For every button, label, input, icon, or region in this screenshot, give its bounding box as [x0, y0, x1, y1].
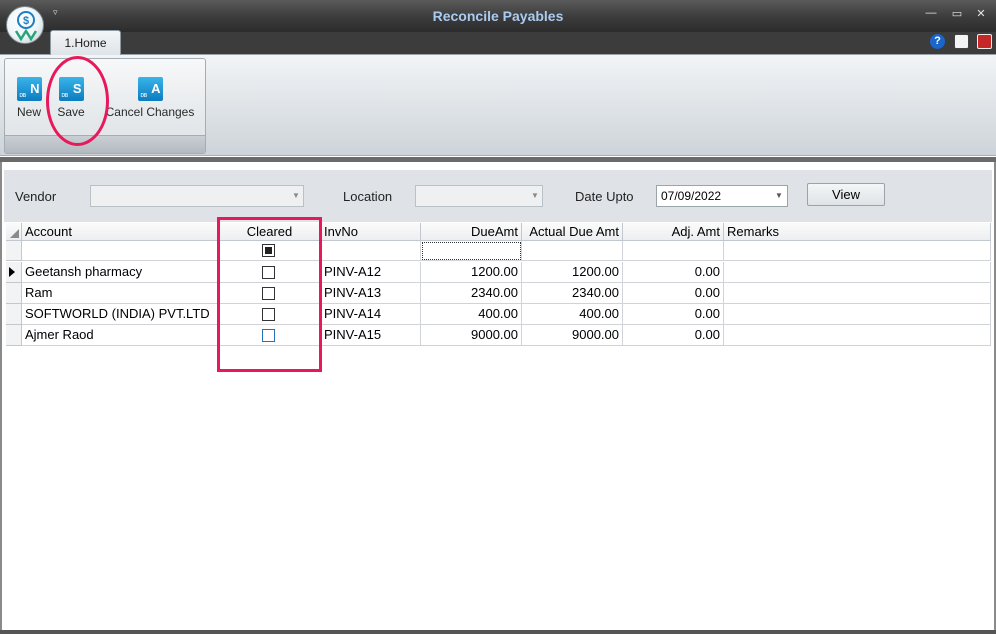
col-header-account[interactable]: Account [22, 223, 219, 241]
date-upto-value: 07/09/2022 [661, 189, 722, 203]
exit-icon[interactable] [977, 34, 992, 49]
date-upto-label: Date Upto [575, 189, 634, 204]
filter-bar: Vendor ▼ Location ▼ Date Upto 07/09/2022… [4, 170, 992, 222]
app-logo-icon[interactable]: $ [6, 6, 44, 44]
cell-account[interactable]: SOFTWORLD (INDIA) PVT.LTD [22, 304, 219, 325]
cell-account[interactable]: Ajmer Raod [22, 325, 219, 346]
vendor-dropdown[interactable]: ▼ [90, 185, 304, 207]
cancel-changes-button[interactable]: A Cancel Changes [101, 77, 199, 119]
new-button[interactable]: N New [9, 77, 49, 119]
filter-cell-actual[interactable] [522, 241, 623, 261]
location-dropdown[interactable]: ▼ [415, 185, 543, 207]
notes-icon[interactable] [954, 34, 969, 49]
cell-dueamt[interactable]: 1200.00 [421, 262, 522, 283]
filter-cell-remarks[interactable] [724, 241, 991, 261]
row-header[interactable] [6, 325, 22, 346]
minimize-button[interactable]: — [922, 7, 940, 23]
highlight-ellipse [46, 56, 109, 146]
row-header[interactable] [6, 304, 22, 325]
bottom-border [0, 630, 996, 634]
filter-cell-account[interactable] [22, 241, 219, 261]
separator [0, 157, 996, 162]
ribbon-group-footer [5, 135, 205, 153]
col-header-actual-due-amt[interactable]: Actual Due Amt [522, 223, 623, 241]
cell-dueamt[interactable]: 9000.00 [421, 325, 522, 346]
filter-cell-dueamt[interactable] [421, 241, 522, 261]
cell-adj-amt[interactable]: 0.00 [623, 283, 724, 304]
window-title: Reconcile Payables [432, 8, 564, 24]
select-all-corner[interactable] [6, 223, 22, 241]
cell-dueamt[interactable]: 400.00 [421, 304, 522, 325]
cell-remarks[interactable] [724, 304, 991, 325]
col-header-adj-amt[interactable]: Adj. Amt [623, 223, 724, 241]
cancel-changes-label: Cancel Changes [105, 105, 195, 119]
cell-actual-due-amt[interactable]: 1200.00 [522, 262, 623, 283]
cell-adj-amt[interactable]: 0.00 [623, 325, 724, 346]
tab-home[interactable]: 1.Home [50, 30, 121, 55]
row-header[interactable] [6, 283, 22, 304]
cell-adj-amt[interactable]: 0.00 [623, 262, 724, 283]
cell-invno[interactable]: PINV-A12 [321, 262, 421, 283]
ribbon-panel: N New S Save A Cancel Changes [0, 54, 996, 156]
view-button[interactable]: View [807, 183, 885, 206]
cell-invno[interactable]: PINV-A14 [321, 304, 421, 325]
cell-dueamt[interactable]: 2340.00 [421, 283, 522, 304]
cell-actual-due-amt[interactable]: 2340.00 [522, 283, 623, 304]
cell-remarks[interactable] [724, 283, 991, 304]
chevron-down-icon: ▼ [775, 191, 783, 200]
cell-actual-due-amt[interactable]: 9000.00 [522, 325, 623, 346]
highlight-rectangle [217, 217, 322, 372]
cell-remarks[interactable] [724, 325, 991, 346]
new-icon: N [16, 77, 42, 108]
cell-invno[interactable]: PINV-A13 [321, 283, 421, 304]
date-upto-picker[interactable]: 07/09/2022 ▼ [656, 185, 788, 207]
col-header-invno[interactable]: InvNo [321, 223, 421, 241]
cell-invno[interactable]: PINV-A15 [321, 325, 421, 346]
location-label: Location [343, 189, 393, 204]
vendor-label: Vendor [15, 189, 57, 204]
col-header-remarks[interactable]: Remarks [724, 223, 991, 241]
maximize-button[interactable]: ▭ [948, 7, 966, 23]
filter-cell-adj[interactable] [623, 241, 724, 261]
current-row-indicator-icon [9, 267, 15, 277]
filter-cell-invno[interactable] [321, 241, 421, 261]
ribbon-tab-strip [0, 32, 996, 54]
cell-account[interactable]: Ram [22, 283, 219, 304]
cell-remarks[interactable] [724, 262, 991, 283]
filter-row-header [6, 241, 22, 261]
cancel-changes-icon: A [137, 77, 163, 108]
cell-actual-due-amt[interactable]: 400.00 [522, 304, 623, 325]
row-header[interactable] [6, 262, 22, 283]
cell-adj-amt[interactable]: 0.00 [623, 304, 724, 325]
chevron-down-icon: ▼ [531, 191, 539, 200]
close-button[interactable]: ✕ [972, 7, 990, 23]
help-icon[interactable]: ? [930, 34, 945, 49]
chevron-down-icon: ▼ [292, 191, 300, 200]
svg-text:$: $ [23, 15, 29, 27]
cell-account[interactable]: Geetansh pharmacy [22, 262, 219, 283]
col-header-dueamt[interactable]: DueAmt [421, 223, 522, 241]
left-border [0, 162, 2, 634]
